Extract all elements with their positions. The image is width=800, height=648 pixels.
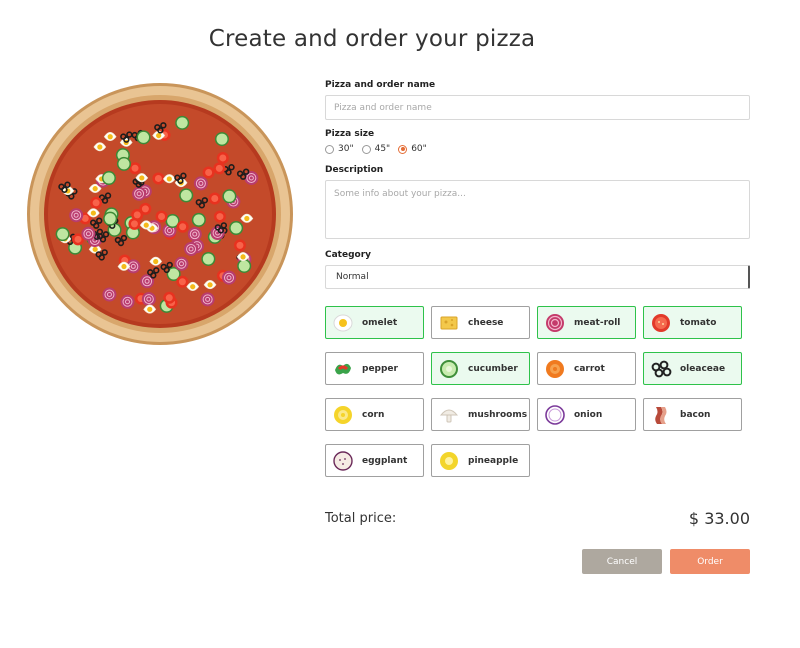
meat-roll-icon [546, 313, 564, 332]
ingredient-cheese[interactable]: cheese [431, 306, 530, 339]
ingredient-pineapple[interactable]: pineapple [431, 444, 530, 477]
pepper-icon [335, 363, 351, 374]
name-label: Pizza and order name [325, 80, 436, 90]
ingredient-label: tomato [680, 317, 717, 328]
ingredient-label: onion [574, 409, 603, 420]
ingredient-corn[interactable]: corn [325, 398, 424, 431]
ingredient-label: bacon [680, 409, 711, 420]
size-option-60[interactable]: 60" [398, 144, 427, 154]
size-radio-group: 30" 45" 60" [325, 144, 750, 154]
order-button[interactable]: Order [670, 549, 750, 574]
radio-30[interactable] [325, 144, 334, 154]
size-label: Pizza size [325, 129, 375, 139]
onion-icon [545, 404, 565, 425]
ingredient-label: eggplant [362, 455, 408, 466]
bacon-icon [655, 406, 667, 424]
pizza-preview [24, 80, 296, 348]
ingredient-onion[interactable]: onion [537, 398, 636, 431]
ingredient-label: corn [362, 409, 385, 420]
category-value: Normal [336, 272, 369, 282]
description-label: Description [325, 165, 384, 175]
total-price-value: $ 33.00 [688, 509, 750, 528]
corn-icon [334, 405, 352, 424]
ingredient-label: mushrooms [468, 409, 528, 420]
total-price-row: Total price: $ 33.00 [325, 509, 750, 528]
radio-45[interactable] [361, 144, 371, 154]
pizza-image [27, 83, 293, 345]
total-price-label: Total price: [325, 511, 397, 526]
order-form: Pizza and order name Pizza size 30" 45" … [325, 80, 750, 477]
omelet-icon [333, 314, 353, 331]
carrot-icon [546, 359, 564, 378]
ingredient-label: cheese [468, 317, 504, 328]
ingredient-label: carrot [574, 363, 605, 374]
size-option-45[interactable]: 45" [361, 144, 391, 154]
ingredient-tomato[interactable]: tomato [643, 306, 742, 339]
ingredient-label: cucumber [468, 363, 518, 374]
ingredient-mushrooms[interactable]: mushrooms [431, 398, 530, 431]
ingredient-label: omelet [362, 317, 398, 328]
ingredient-label: oleaceae [680, 363, 726, 374]
ingredient-meat-roll[interactable]: meat-roll [537, 306, 636, 339]
ingredient-eggplant[interactable]: eggplant [325, 444, 424, 477]
ingredients-grid: omelet cheese meat-roll tomato pepper cucumbe… [325, 306, 750, 477]
mushroom-icon [439, 409, 459, 422]
description-textarea[interactable] [325, 180, 750, 239]
ingredient-omelet[interactable]: omelet [325, 306, 424, 339]
cancel-button[interactable]: Cancel [582, 549, 662, 574]
ingredient-carrot[interactable]: carrot [537, 352, 636, 385]
radio-60[interactable] [398, 144, 408, 154]
ingredient-bacon[interactable]: bacon [643, 398, 742, 431]
ingredient-cucumber[interactable]: cucumber [431, 352, 530, 385]
category-select[interactable]: Normal [325, 265, 750, 289]
size-60-label: 60" [411, 144, 427, 154]
size-option-30[interactable]: 30" [325, 144, 354, 154]
ingredient-label: pineapple [468, 455, 519, 466]
size-30-label: 30" [338, 144, 354, 154]
ingredient-oleaceae[interactable]: oleaceae [643, 352, 742, 385]
eggplant-icon [333, 450, 353, 471]
cucumber-icon [440, 359, 458, 378]
olives-icon [651, 360, 672, 377]
page-title: Create and order your pizza [208, 26, 536, 52]
cheese-icon [440, 316, 458, 329]
size-45-label: 45" [374, 144, 391, 154]
tomato-icon [652, 313, 670, 332]
ingredient-pepper[interactable]: pepper [325, 352, 424, 385]
category-label: Category [325, 250, 372, 260]
pineapple-icon [440, 451, 458, 470]
ingredient-label: pepper [362, 363, 398, 374]
pizza-name-input[interactable] [325, 95, 750, 120]
ingredient-label: meat-roll [574, 317, 621, 328]
